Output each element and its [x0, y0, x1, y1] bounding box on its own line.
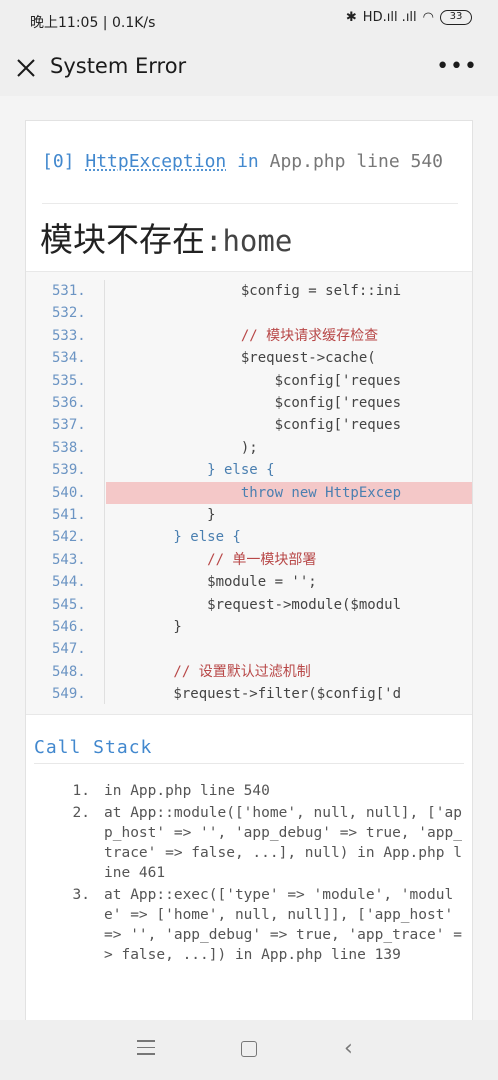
- line-number: 531.: [52, 283, 86, 299]
- code-text: $request->cache(: [106, 350, 376, 367]
- code-line: 535. $config['reques: [26, 370, 472, 392]
- battery-icon: 33: [440, 10, 472, 25]
- code-text: }: [106, 619, 182, 635]
- close-icon: [17, 59, 35, 77]
- line-number: 545.: [52, 596, 86, 613]
- line-number: 533.: [52, 327, 86, 344]
- exception-class-link[interactable]: HttpException: [85, 151, 226, 172]
- line-number: 543.: [52, 551, 86, 568]
- line-number: 541.: [52, 507, 86, 523]
- code-line: 538. );: [26, 437, 472, 459]
- code-line: 531. $config = self::ini: [26, 280, 472, 302]
- code-text: $config['reques: [106, 417, 402, 434]
- line-number: 538.: [52, 439, 86, 456]
- stack-frame-number: 2.: [72, 805, 90, 821]
- code-text: $request->filter($config['d: [106, 686, 402, 703]
- code-line: 541. }: [26, 504, 472, 526]
- stack-frame-number: 3.: [72, 887, 90, 903]
- line-number: 546.: [52, 619, 86, 635]
- code-text: // 设置默认过滤机制: [106, 663, 311, 680]
- more-options-button[interactable]: •••: [436, 54, 478, 79]
- wifi-icon: ◠: [422, 10, 434, 25]
- code-line: 543. // 单一模块部署: [26, 549, 472, 571]
- line-number: 534.: [52, 350, 86, 367]
- system-nav-bar: ‹: [0, 1020, 498, 1080]
- line-number: 537.: [52, 417, 86, 434]
- code-text: $module = '';: [106, 574, 317, 591]
- app-bar: System Error •••: [0, 42, 498, 96]
- home-icon[interactable]: [241, 1041, 257, 1057]
- code-text: $config['reques: [106, 395, 402, 411]
- code-line: 536. $config['reques: [26, 392, 472, 414]
- code-line: 539. } else {: [26, 459, 472, 481]
- code-text: $config['reques: [106, 372, 402, 389]
- code-line: 549. $request->filter($config['d: [26, 683, 472, 705]
- code-line: 534. $request->cache(: [26, 347, 472, 369]
- line-number: 547.: [52, 641, 86, 658]
- exception-message-module: home: [222, 224, 293, 258]
- code-text: throw new HttpExcep: [106, 481, 472, 504]
- line-number: 548.: [52, 663, 86, 680]
- stack-frame: 2. at App::module(['home', null, null], […: [64, 803, 464, 883]
- code-text: // 单一模块部署: [106, 551, 317, 568]
- code-line: 540. throw new HttpExcep: [26, 481, 472, 504]
- menu-icon[interactable]: [137, 1040, 155, 1056]
- code-line: 533. // 模块请求缓存检查: [26, 325, 472, 347]
- line-number: 540.: [52, 484, 86, 501]
- stack-frame-text: in App.php line 540: [104, 783, 270, 799]
- code-line: 546. }: [26, 616, 472, 638]
- stack-frame: 3. at App::exec(['type' => 'module', 'mod…: [64, 885, 464, 965]
- stack-frame-text: at App::module(['home', null, null], ['a…: [104, 805, 462, 881]
- line-number: 532.: [52, 305, 86, 322]
- page-title: System Error: [50, 54, 187, 78]
- code-line: 532.: [26, 302, 472, 324]
- code-line: 547.: [26, 638, 472, 660]
- line-number: 542.: [52, 529, 86, 546]
- back-icon[interactable]: ‹: [344, 1036, 353, 1061]
- exception-in-word: in: [237, 151, 259, 172]
- line-number: 549.: [52, 686, 86, 703]
- code-line: 544. $module = '';: [26, 571, 472, 593]
- stack-frame: 1. in App.php line 540: [64, 781, 464, 801]
- code-text: // 模块请求缓存检查: [106, 327, 379, 344]
- code-line: 545. $request->module($modul: [26, 594, 472, 616]
- code-text: }: [106, 507, 216, 523]
- code-text: );: [106, 439, 258, 456]
- stack-frame-text: at App::exec(['type' => 'module', 'modul…: [104, 887, 462, 963]
- exception-code: [0]: [42, 151, 75, 172]
- status-time-speed: 晚上11:05 | 0.1K/s: [30, 15, 156, 31]
- exception-message: 模块不存在:home: [40, 213, 292, 261]
- signal-icon: HD.ıll .ıll: [362, 10, 417, 25]
- status-icons: ✱ HD.ıll .ıll ◠ 33: [346, 10, 472, 25]
- line-number: 539.: [52, 462, 86, 479]
- close-button[interactable]: [12, 54, 40, 82]
- call-stack-title: Call Stack: [34, 737, 153, 758]
- exception-line: line 540: [356, 151, 444, 172]
- line-number: 535.: [52, 372, 86, 389]
- call-stack-divider: [34, 763, 464, 764]
- source-code-block[interactable]: 531. $config = self::ini532.533. // 模块请求…: [26, 271, 472, 715]
- header-divider: [42, 203, 458, 204]
- code-text: } else {: [106, 529, 241, 546]
- code-text: $config = self::ini: [106, 283, 402, 299]
- exception-file: App.php: [269, 151, 346, 172]
- code-text: } else {: [106, 462, 275, 479]
- error-card: [0] HttpException in App.php line 540 模块…: [25, 120, 473, 1040]
- code-text: $request->module($modul: [106, 596, 402, 613]
- line-number: 536.: [52, 395, 86, 411]
- line-number: 544.: [52, 574, 86, 591]
- exception-message-text: 模块不存在: [40, 220, 205, 259]
- exception-header: [0] HttpException in App.php line 540: [42, 151, 462, 173]
- stack-frame-number: 1.: [72, 783, 90, 799]
- exception-message-sep: :: [205, 224, 223, 258]
- code-line: 548. // 设置默认过滤机制: [26, 661, 472, 683]
- bluetooth-icon: ✱: [345, 10, 357, 25]
- code-line: 542. } else {: [26, 526, 472, 548]
- status-bar: 晚上11:05 | 0.1K/s ✱ HD.ıll .ıll ◠ 33: [0, 0, 498, 42]
- code-line: 537. $config['reques: [26, 414, 472, 436]
- call-stack-list: 1. in App.php line 5402. at App::module(['…: [64, 781, 464, 967]
